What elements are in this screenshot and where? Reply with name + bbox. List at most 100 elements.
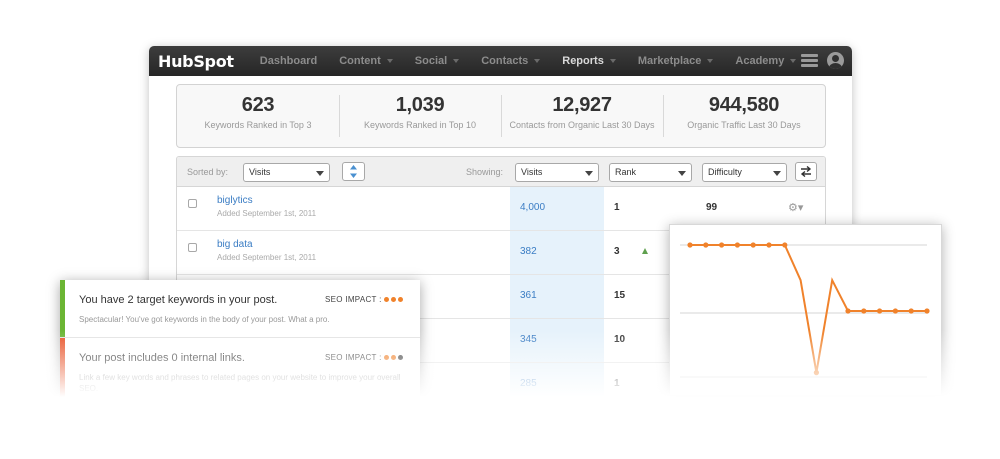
sorted-by-label: Sorted by:: [187, 167, 229, 177]
chevron-down-icon: [790, 59, 797, 63]
nav-item-marketplace[interactable]: Marketplace: [638, 55, 714, 67]
nav-item-label: Contacts: [481, 55, 529, 67]
stat-label: Keywords Ranked in Top 10: [364, 120, 476, 130]
nav-item-dashboard[interactable]: Dashboard: [260, 55, 317, 67]
chart-point[interactable]: [892, 308, 898, 314]
stat-value: 944,580: [708, 94, 780, 116]
seo-tip-text: Spectacular! You've got keywords in the …: [79, 315, 330, 324]
chart-point[interactable]: [877, 308, 883, 314]
chart-point[interactable]: [703, 242, 709, 248]
seo-impact: SEO IMPACT :: [325, 353, 403, 362]
difficulty-value: 99: [706, 202, 718, 213]
seo-impact-label: SEO IMPACT :: [325, 295, 382, 304]
stat-block: 12,927 Contacts from Organic Last 30 Days: [501, 85, 663, 147]
nav-item-contacts[interactable]: Contacts: [481, 55, 541, 67]
seo-tip: Your post includes 0 internal links. SEO …: [60, 337, 420, 420]
sort-select[interactable]: Visits: [243, 163, 330, 182]
nav-item-content[interactable]: Content: [339, 55, 393, 67]
nav-item-label: Dashboard: [259, 55, 318, 67]
chart-point[interactable]: [734, 242, 740, 248]
stat-label: Contacts from Organic Last 30 Days: [509, 120, 655, 130]
seo-tip-heading: Your post includes 0 internal links.: [79, 352, 245, 364]
table-controls: Sorted by: Visits Showing: Visits Rank D…: [177, 157, 825, 187]
chart-point[interactable]: [766, 242, 772, 248]
chart-point[interactable]: [813, 370, 819, 376]
rank-value: 1: [614, 378, 620, 389]
seo-impact: SEO IMPACT :: [325, 295, 403, 304]
menu-icon[interactable]: [801, 54, 818, 67]
rank-up-arrow-icon: [642, 248, 648, 254]
chart-point[interactable]: [782, 242, 788, 248]
swap-icon: [800, 165, 812, 178]
nav-menu: Dashboard Content Social Contacts Reports Mar…: [260, 55, 819, 67]
stat-block: 1,039 Keywords Ranked in Top 10: [339, 85, 501, 147]
chevron-down-icon: [609, 59, 616, 63]
seo-impact-label: SEO IMPACT :: [325, 353, 382, 362]
row-checkbox[interactable]: [188, 243, 197, 252]
stat-block: 623 Keywords Ranked in Top 3: [177, 85, 339, 147]
seo-tip-text: Link a few key words and phrases to rela…: [79, 373, 401, 393]
stat-value: 623: [241, 94, 275, 116]
seo-tip-heading: You have 2 target keywords in your post.: [79, 294, 278, 306]
visits-value[interactable]: 361: [520, 290, 537, 301]
stat-label: Keywords Ranked in Top 3: [204, 120, 312, 130]
hubspot-logo[interactable]: HubSpot: [158, 52, 234, 71]
seo-tip: You have 2 target keywords in your post.…: [60, 280, 420, 337]
nav-item-label: Content: [339, 55, 381, 67]
chevron-down-icon: [707, 59, 714, 63]
visits-value[interactable]: 4,000: [520, 202, 545, 213]
rank-line-chart: [669, 224, 942, 396]
nav-item-academy[interactable]: Academy: [735, 55, 797, 67]
swap-columns-button[interactable]: [795, 162, 817, 181]
chart-svg: [680, 242, 930, 378]
chart-point[interactable]: [845, 308, 851, 314]
stat-value: 1,039: [395, 94, 445, 116]
keyword-link[interactable]: biglytics: [217, 195, 253, 206]
user-icon[interactable]: [827, 52, 844, 69]
rank-value: 3: [614, 246, 620, 257]
nav-item-social[interactable]: Social: [414, 55, 460, 67]
nav-item-reports[interactable]: Reports: [562, 55, 616, 67]
chart-point[interactable]: [719, 242, 725, 248]
sort-order-button[interactable]: [342, 162, 365, 181]
chart-point[interactable]: [861, 308, 867, 314]
seo-impact-dot: [383, 355, 389, 361]
visits-value[interactable]: 345: [520, 334, 537, 345]
seo-impact-dot: [390, 297, 396, 303]
rank-value: 10: [614, 334, 626, 345]
row-checkbox[interactable]: [188, 199, 197, 208]
seo-status-bar: [60, 280, 65, 337]
visits-value[interactable]: 382: [520, 246, 537, 257]
chevron-down-icon: [534, 59, 541, 63]
seo-status-bar: [60, 338, 65, 420]
nav-item-label: Social: [414, 55, 448, 67]
column1-select[interactable]: Visits: [515, 163, 599, 182]
chart-point[interactable]: [687, 242, 693, 248]
nav-item-label: Marketplace: [637, 55, 702, 67]
seo-impact-dot: [390, 355, 396, 361]
visits-value[interactable]: 285: [520, 378, 537, 389]
column3-select[interactable]: Difficulty: [702, 163, 787, 182]
nav-right: [801, 52, 844, 69]
nav-item-label: Academy: [735, 55, 785, 67]
stats-summary: 623 Keywords Ranked in Top 3 1,039 Keywords…: [176, 84, 826, 148]
seo-tips-card: You have 2 target keywords in your post.…: [60, 280, 420, 420]
chart-point[interactable]: [924, 308, 930, 314]
stat-label: Organic Traffic Last 30 Days: [687, 120, 801, 130]
chart-point[interactable]: [750, 242, 756, 248]
chevron-down-icon: [386, 59, 393, 63]
keyword-link[interactable]: big data: [217, 239, 253, 250]
chart-series-line: [690, 244, 927, 373]
keyword-added-date: Added September 1st, 2011: [217, 253, 317, 262]
chart-point[interactable]: [908, 308, 914, 314]
seo-impact-dot: [383, 297, 389, 303]
column2-select[interactable]: Rank: [609, 163, 692, 182]
seo-impact-dot: [397, 355, 403, 361]
keyword-added-date: Added September 1st, 2011: [217, 209, 317, 218]
chevron-down-icon: [453, 59, 460, 63]
gear-icon[interactable]: ⚙▾: [788, 201, 803, 214]
stat-block: 944,580 Organic Traffic Last 30 Days: [663, 85, 825, 147]
top-navbar: HubSpot Dashboard Content Social Contacts Re…: [149, 46, 852, 76]
stat-value: 12,927: [552, 94, 612, 116]
seo-impact-dot: [397, 297, 403, 303]
